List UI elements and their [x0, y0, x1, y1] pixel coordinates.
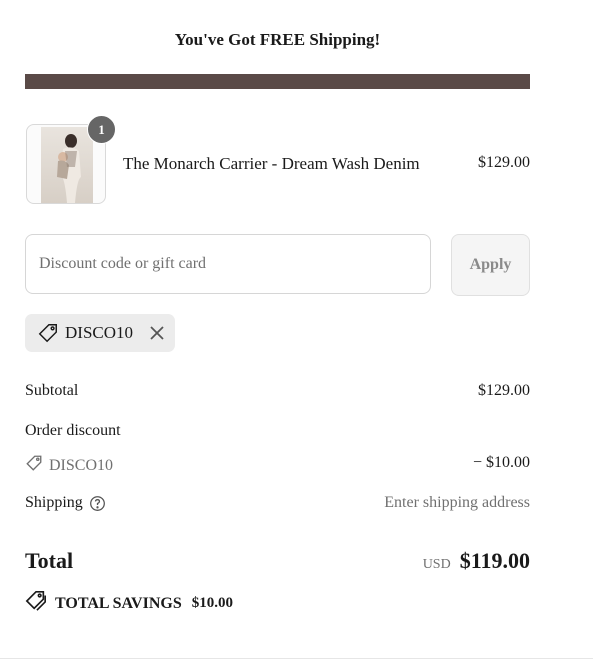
order-discount-code-row: DISCO10 − $10.00	[25, 454, 530, 477]
close-icon[interactable]	[149, 325, 165, 341]
applied-discount-chip: DISCO10	[25, 314, 176, 352]
order-discount-row: Order discount	[25, 422, 530, 440]
shipping-row: Shipping Enter shipping address	[25, 494, 530, 512]
product-name: The Monarch Carrier - Dream Wash Denim	[123, 154, 420, 173]
tag-icon	[25, 454, 43, 477]
order-discount-label: Order discount	[25, 422, 121, 439]
question-circle-icon[interactable]	[89, 495, 106, 512]
double-tag-icon	[25, 590, 47, 617]
tag-icon	[37, 322, 59, 344]
savings-label: TOTAL SAVINGS	[55, 594, 182, 612]
line-item: 1 The Monarch Carrier - Dream Wash Denim…	[25, 115, 530, 204]
total-value-group: USD $119.00	[423, 548, 530, 574]
order-discount-value: − $10.00	[472, 454, 530, 471]
free-shipping-banner: You've Got FREE Shipping!	[174, 30, 381, 49]
shipping-label: Shipping	[25, 494, 83, 511]
total-label: Total	[25, 548, 74, 573]
currency-code: USD	[422, 557, 451, 572]
shipping-progress-bar	[25, 74, 530, 89]
divider	[0, 658, 593, 659]
subtotal-value: $129.00	[478, 382, 530, 399]
savings-value: $10.00	[191, 595, 233, 611]
product-photo	[41, 127, 93, 203]
apply-discount-button[interactable]: Apply	[451, 234, 530, 296]
shipping-label-group: Shipping	[25, 494, 106, 512]
order-discount-code: DISCO10	[25, 454, 113, 477]
total-amount: $119.00	[459, 548, 530, 573]
order-discount-code-text: DISCO10	[49, 456, 114, 474]
total-savings: TOTAL SAVINGS $10.00	[25, 590, 233, 617]
quantity-badge: 1	[87, 115, 116, 144]
subtotal-row: Subtotal $129.00	[25, 382, 530, 400]
shipping-value: Enter shipping address	[384, 494, 530, 511]
order-summary-panel: You've Got FREE Shipping! 1 The Monarch …	[0, 0, 593, 660]
discount-code-input[interactable]	[25, 234, 431, 294]
subtotal-label: Subtotal	[25, 382, 79, 399]
applied-discount-code: DISCO10	[65, 323, 134, 342]
product-price: $129.00	[478, 154, 530, 171]
